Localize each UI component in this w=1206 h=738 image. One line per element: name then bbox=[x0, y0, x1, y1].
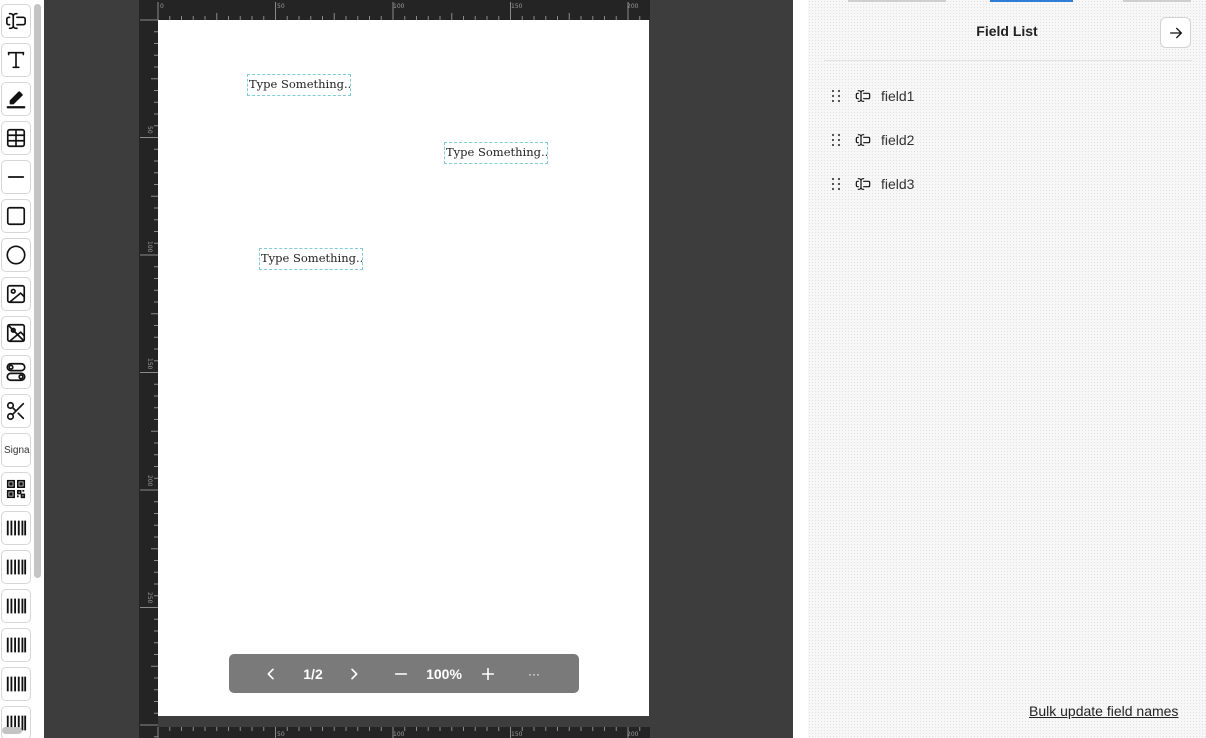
toolbar-vertical-scrollbar[interactable] bbox=[34, 4, 41, 578]
zoom-out-button[interactable] bbox=[389, 654, 413, 693]
text-field-tool-button[interactable] bbox=[1, 4, 31, 38]
rectangle-tool-button[interactable] bbox=[1, 199, 31, 233]
svg-tool-button[interactable] bbox=[1, 316, 31, 350]
ellipse-tool-button[interactable] bbox=[1, 238, 31, 272]
table-tool-button[interactable] bbox=[1, 121, 31, 155]
text-cursor-input-icon bbox=[6, 12, 26, 30]
barcode-icon bbox=[6, 598, 27, 614]
barcode-tool-button-2[interactable] bbox=[1, 550, 31, 584]
ruler-top bbox=[139, 0, 650, 20]
zoom-in-button[interactable] bbox=[476, 654, 500, 693]
barcode-icon bbox=[6, 676, 27, 692]
drag-handle-icon[interactable] bbox=[830, 177, 842, 191]
panel-title: Field List bbox=[976, 23, 1038, 39]
field-list-item-label: field3 bbox=[881, 176, 915, 192]
field-list-panel: Field List field1 field2 field3 Bulk upd… bbox=[808, 0, 1206, 738]
zoom-level: 100% bbox=[426, 665, 462, 682]
pen-icon bbox=[6, 91, 26, 109]
line-tool-button[interactable] bbox=[1, 160, 31, 194]
image-off-icon bbox=[6, 323, 26, 343]
drag-handle-icon[interactable] bbox=[830, 89, 842, 103]
ruler-left bbox=[139, 0, 158, 738]
toggles-icon bbox=[6, 362, 26, 382]
field-list-item[interactable]: field3 bbox=[830, 173, 1170, 195]
barcode-tool-button-4[interactable] bbox=[1, 628, 31, 662]
ruler-bottom bbox=[139, 727, 650, 738]
panel-tab-indicator-active bbox=[990, 0, 1073, 2]
field3-box[interactable]: Type Something... bbox=[259, 248, 363, 270]
minus-icon bbox=[7, 176, 25, 178]
line-pen-tool-button[interactable] bbox=[1, 82, 31, 116]
more-options-button[interactable]: ··· bbox=[522, 654, 546, 693]
panel-tab-indicator bbox=[848, 0, 946, 2]
square-icon bbox=[6, 206, 26, 226]
text-cursor-input-icon bbox=[855, 90, 871, 102]
qrcode-icon bbox=[6, 479, 26, 499]
page-indicator: 1/2 bbox=[303, 665, 323, 682]
field-list-item[interactable]: field2 bbox=[830, 129, 1170, 151]
field2-box[interactable]: Type Something... bbox=[444, 142, 548, 164]
toolbar: Signa bbox=[0, 0, 44, 738]
field-list-item-label: field2 bbox=[881, 132, 915, 148]
panel-divider bbox=[824, 60, 1192, 61]
text-tool-button[interactable] bbox=[1, 43, 31, 77]
checkbox-tool-button[interactable] bbox=[1, 394, 31, 428]
design-canvas: 0 50 100 150 200 50 100 150 200 50 100 1… bbox=[44, 0, 793, 738]
table-icon bbox=[6, 128, 26, 148]
toolbar-horizontal-scrollbar[interactable] bbox=[2, 727, 22, 734]
signature-tool-label: Signa bbox=[4, 444, 30, 456]
barcode-tool-button-1[interactable] bbox=[1, 511, 31, 545]
chevron-right-icon bbox=[351, 668, 358, 679]
next-page-button[interactable] bbox=[342, 654, 366, 693]
qrcode-tool-button[interactable] bbox=[1, 472, 31, 506]
barcode-icon bbox=[6, 637, 27, 653]
select-tool-button[interactable] bbox=[1, 355, 31, 389]
field-list-item-label: field1 bbox=[881, 88, 915, 104]
barcode-tool-button-3[interactable] bbox=[1, 589, 31, 623]
text-icon bbox=[7, 51, 25, 69]
text-cursor-input-icon bbox=[855, 134, 871, 146]
drag-handle-icon[interactable] bbox=[830, 133, 842, 147]
minus-icon bbox=[394, 672, 408, 675]
collapse-panel-button[interactable] bbox=[1160, 17, 1191, 48]
page-zoom-controls: 1/2 100% ··· bbox=[229, 654, 579, 693]
bulk-update-field-names-link[interactable]: Bulk update field names bbox=[1029, 703, 1178, 719]
field-list-item[interactable]: field1 bbox=[830, 85, 1170, 107]
barcode-icon bbox=[6, 520, 27, 536]
chevron-left-icon bbox=[267, 668, 274, 679]
previous-page-button[interactable] bbox=[259, 654, 283, 693]
circle-icon bbox=[6, 245, 26, 265]
image-icon bbox=[6, 284, 26, 304]
text-cursor-input-icon bbox=[855, 178, 871, 190]
template-page[interactable]: Type Something... Type Something... Type… bbox=[158, 20, 649, 716]
arrow-right-icon bbox=[1169, 27, 1182, 38]
image-tool-button[interactable] bbox=[1, 277, 31, 311]
plus-icon bbox=[481, 667, 495, 680]
barcode-icon bbox=[6, 559, 27, 575]
barcode-tool-button-5[interactable] bbox=[1, 667, 31, 701]
field1-box[interactable]: Type Something... bbox=[247, 74, 351, 96]
panel-tab-indicator bbox=[1123, 0, 1191, 2]
pen-off-icon bbox=[6, 401, 25, 421]
signature-tool-button[interactable]: Signa bbox=[1, 433, 31, 467]
